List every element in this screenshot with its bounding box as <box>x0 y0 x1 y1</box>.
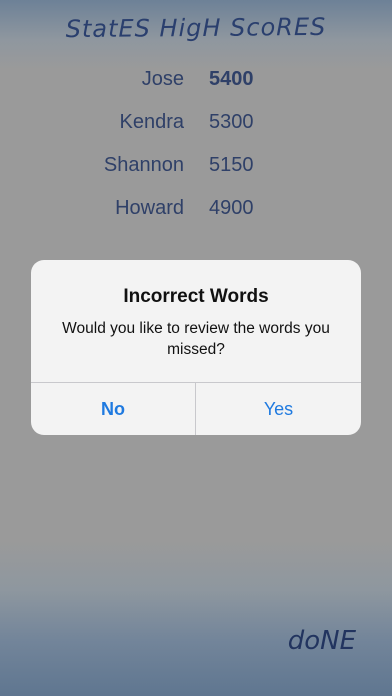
alert-button-bar: No Yes <box>31 382 361 435</box>
incorrect-words-alert: Incorrect Words Would you like to review… <box>31 260 361 435</box>
alert-title: Incorrect Words <box>123 286 269 307</box>
yes-button[interactable]: Yes <box>196 383 361 435</box>
no-button[interactable]: No <box>31 383 196 435</box>
alert-message: Would you like to review the words you m… <box>62 320 330 358</box>
